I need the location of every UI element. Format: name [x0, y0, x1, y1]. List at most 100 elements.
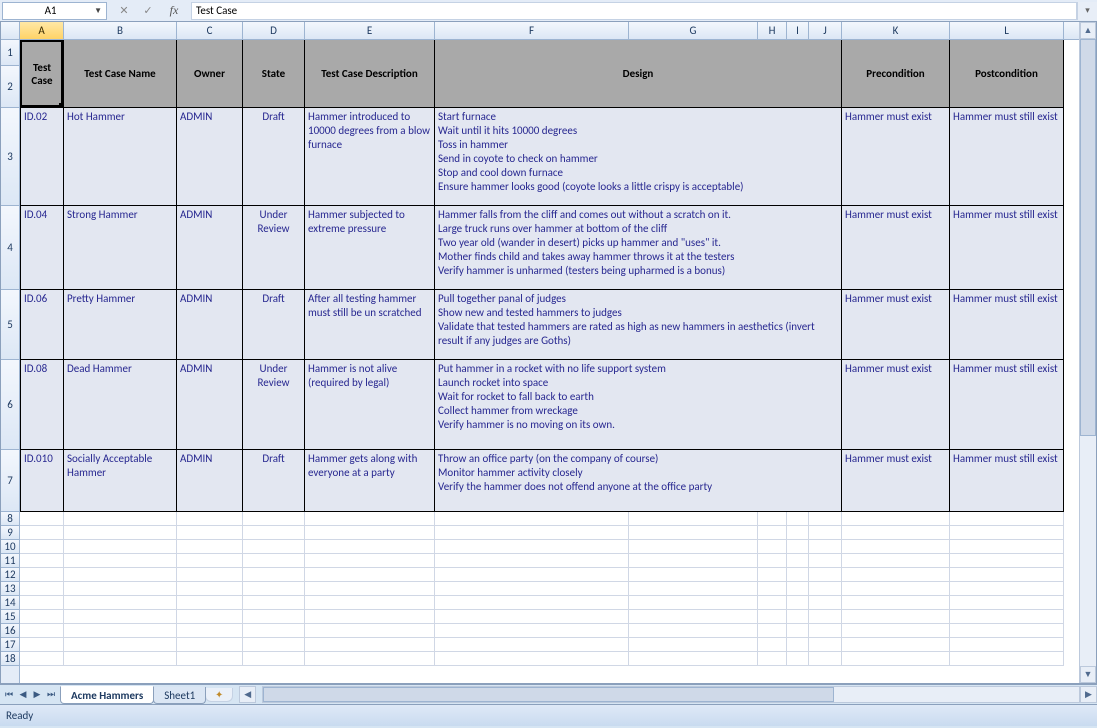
cell[interactable]: [809, 540, 842, 554]
cell[interactable]: [809, 554, 842, 568]
cell[interactable]: [809, 596, 842, 610]
cell[interactable]: [950, 652, 1064, 666]
cell[interactable]: [950, 512, 1064, 526]
cell[interactable]: [758, 596, 787, 610]
cell[interactable]: [787, 652, 809, 666]
row-header-5[interactable]: 5: [1, 290, 19, 360]
header-cell[interactable]: Test Case Description: [305, 40, 435, 108]
cell[interactable]: [243, 624, 305, 638]
cell[interactable]: [20, 526, 64, 540]
grid[interactable]: ABCDEFGHIJKL Test CaseTest Case NameOwne…: [20, 22, 1079, 683]
cell[interactable]: Dead Hammer: [64, 360, 177, 450]
cell[interactable]: [758, 554, 787, 568]
cell[interactable]: [950, 540, 1064, 554]
sheet-tab[interactable]: Sheet1: [153, 687, 206, 704]
cell[interactable]: [809, 624, 842, 638]
cell[interactable]: Under Review: [243, 206, 305, 290]
cell[interactable]: Hammer introduced to 10000 degrees from …: [305, 108, 435, 206]
row-header-13[interactable]: 13: [1, 582, 19, 596]
cell[interactable]: [20, 582, 64, 596]
cell[interactable]: [20, 610, 64, 624]
cell[interactable]: Socially Acceptable Hammer: [64, 450, 177, 512]
cell[interactable]: [177, 554, 243, 568]
row-header-7[interactable]: 7: [1, 450, 19, 512]
cell[interactable]: Hammer gets along with everyone at a par…: [305, 450, 435, 512]
cell[interactable]: [787, 512, 809, 526]
cell[interactable]: Put hammer in a rocket with no life supp…: [435, 360, 842, 450]
cell[interactable]: [435, 596, 629, 610]
row-header-3[interactable]: 3: [1, 108, 19, 206]
cell[interactable]: [305, 554, 435, 568]
column-header-E[interactable]: E: [305, 22, 435, 39]
cell[interactable]: [243, 554, 305, 568]
cell[interactable]: [842, 610, 950, 624]
cell[interactable]: [758, 526, 787, 540]
column-header-I[interactable]: I: [787, 22, 809, 39]
cell[interactable]: [787, 596, 809, 610]
cell[interactable]: Hammer is not alive (required by legal): [305, 360, 435, 450]
cell[interactable]: Hot Hammer: [64, 108, 177, 206]
cell[interactable]: [20, 638, 64, 652]
cell[interactable]: [842, 638, 950, 652]
cell[interactable]: [177, 596, 243, 610]
cell[interactable]: [243, 526, 305, 540]
fx-icon[interactable]: fx: [161, 3, 187, 18]
cell[interactable]: ADMIN: [177, 108, 243, 206]
scroll-up-icon[interactable]: ▲: [1080, 22, 1096, 39]
cell[interactable]: [64, 624, 177, 638]
cell[interactable]: [842, 624, 950, 638]
column-header-C[interactable]: C: [177, 22, 243, 39]
header-cell[interactable]: Precondition: [842, 40, 950, 108]
header-cell[interactable]: Postcondition: [950, 40, 1064, 108]
header-cell[interactable]: Test Case Name: [64, 40, 177, 108]
cell[interactable]: [243, 610, 305, 624]
cell[interactable]: [20, 596, 64, 610]
cell[interactable]: [177, 512, 243, 526]
cell[interactable]: After all testing hammer must still be u…: [305, 290, 435, 360]
name-box-dropdown-icon[interactable]: ▼: [94, 6, 102, 16]
cell[interactable]: [758, 568, 787, 582]
cell[interactable]: [20, 568, 64, 582]
header-cell[interactable]: Owner: [177, 40, 243, 108]
cell[interactable]: [842, 582, 950, 596]
cell[interactable]: [305, 526, 435, 540]
cell[interactable]: Hammer must still exist: [950, 108, 1064, 206]
cell[interactable]: [758, 540, 787, 554]
cell[interactable]: Hammer must exist: [842, 450, 950, 512]
cell[interactable]: [950, 596, 1064, 610]
tab-prev-icon[interactable]: ◀: [16, 687, 30, 703]
cell[interactable]: Hammer must exist: [842, 108, 950, 206]
cell[interactable]: Hammer must still exist: [950, 290, 1064, 360]
cell[interactable]: Hammer subjected to extreme pressure: [305, 206, 435, 290]
row-header-4[interactable]: 4: [1, 206, 19, 290]
cell[interactable]: Throw an office party (on the company of…: [435, 450, 842, 512]
cell[interactable]: ID.08: [20, 360, 64, 450]
cell[interactable]: [435, 652, 629, 666]
cell[interactable]: [629, 652, 758, 666]
horizontal-scrollbar[interactable]: [262, 686, 1080, 703]
cell[interactable]: Draft: [243, 108, 305, 206]
cell[interactable]: [758, 582, 787, 596]
cell[interactable]: [177, 610, 243, 624]
cell[interactable]: [177, 582, 243, 596]
tab-first-icon[interactable]: ⏮: [2, 687, 16, 703]
cell[interactable]: Hammer must exist: [842, 206, 950, 290]
cell[interactable]: [629, 512, 758, 526]
column-header-H[interactable]: H: [758, 22, 787, 39]
row-header-18[interactable]: 18: [1, 652, 19, 666]
cell[interactable]: [177, 568, 243, 582]
cell[interactable]: [842, 652, 950, 666]
cell[interactable]: [787, 526, 809, 540]
cell[interactable]: [243, 582, 305, 596]
cell[interactable]: [305, 540, 435, 554]
cell[interactable]: [787, 554, 809, 568]
sheet-tab[interactable]: Acme Hammers: [60, 686, 154, 704]
cell[interactable]: [243, 512, 305, 526]
cell[interactable]: ADMIN: [177, 206, 243, 290]
row-header-17[interactable]: 17: [1, 638, 19, 652]
cell[interactable]: [787, 638, 809, 652]
horizontal-scroll-thumb[interactable]: [263, 687, 834, 702]
select-all-corner[interactable]: [1, 22, 19, 40]
cell[interactable]: [305, 652, 435, 666]
cell[interactable]: [758, 610, 787, 624]
